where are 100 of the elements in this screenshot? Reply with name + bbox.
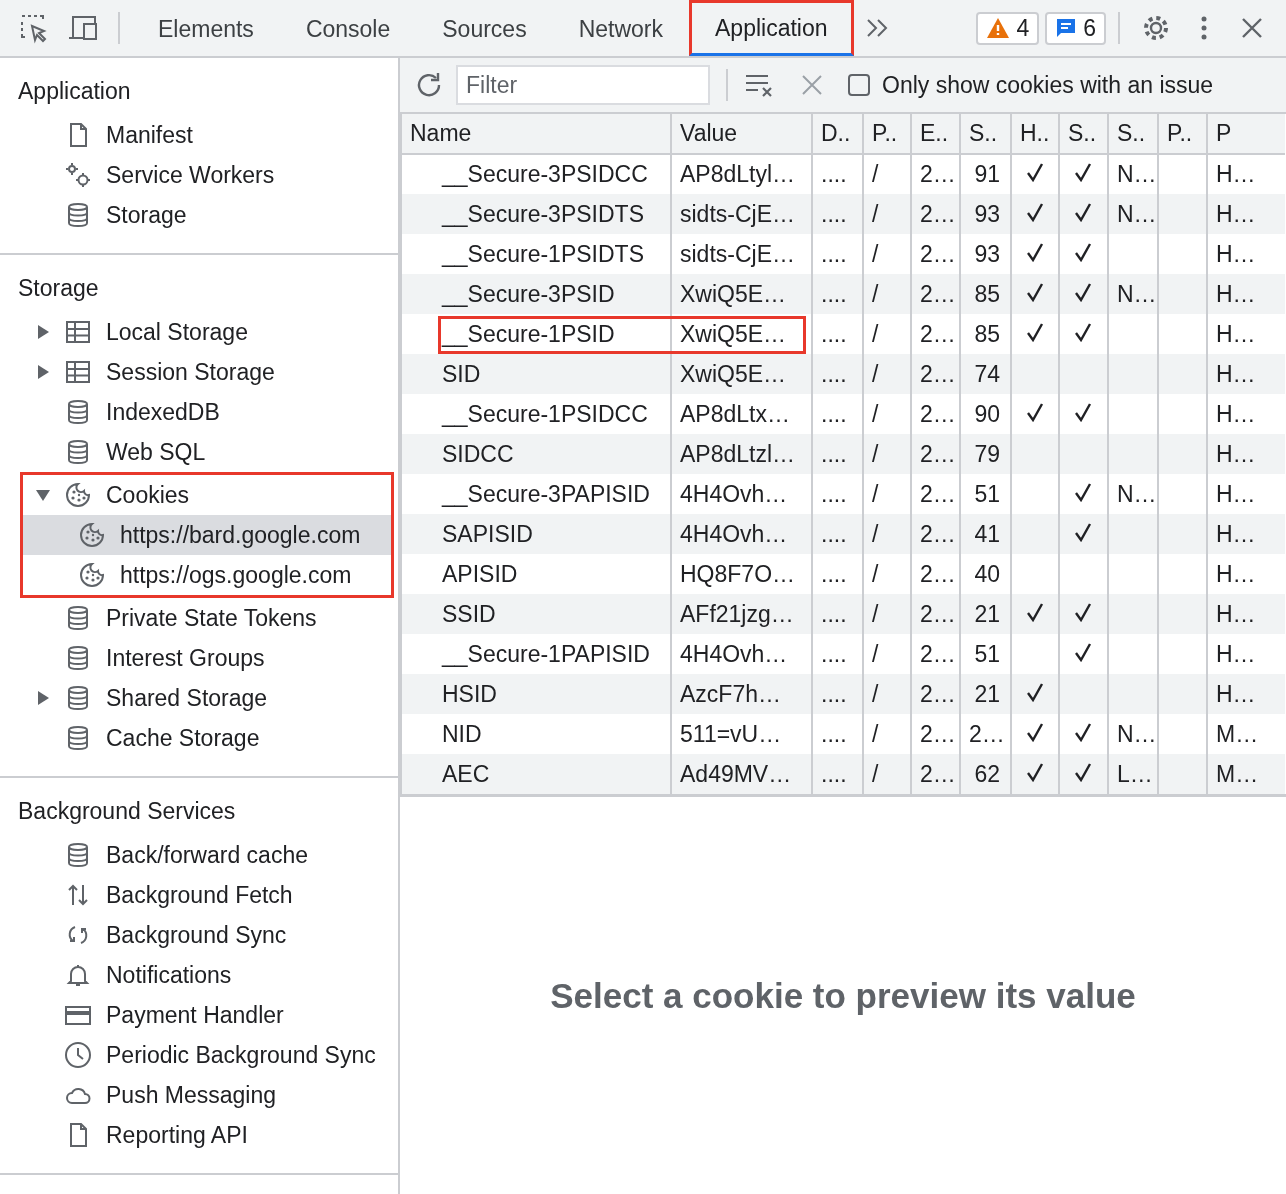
table-cell: H… (1207, 594, 1285, 634)
warnings-badge[interactable]: 4 (976, 11, 1040, 45)
table-cell: __Secure-3PSIDTS (401, 194, 671, 234)
table-cell: / (863, 674, 911, 714)
sidebar-item[interactable]: Interest Groups (0, 638, 398, 678)
table-cell: AzcF7h… (671, 674, 812, 714)
sidebar-item[interactable]: Cache Storage (0, 718, 398, 758)
table-cell: SAPISID (401, 514, 671, 554)
collapsed-arrow-icon[interactable] (36, 325, 50, 339)
column-header[interactable]: P.. (1158, 114, 1207, 154)
table-cell: .... (812, 674, 863, 714)
table-cell: HSID (401, 674, 671, 714)
sidebar-item[interactable]: Notifications (0, 955, 398, 995)
column-header[interactable]: P.. (863, 114, 911, 154)
table-cell: 85 (960, 274, 1011, 314)
sidebar-item[interactable]: Session Storage (0, 352, 398, 392)
table-cell: .... (812, 754, 863, 794)
sidebar-item[interactable]: IndexedDB (0, 392, 398, 432)
sidebar-item[interactable]: Local Storage (0, 312, 398, 352)
cookie-icon (78, 561, 106, 589)
sidebar-item[interactable]: Payment Handler (0, 995, 398, 1035)
panel-tab[interactable]: Elements (132, 0, 280, 56)
table-cell: sidts-CjE… (671, 194, 812, 234)
table-cell: __Secure-3PSID (401, 274, 671, 314)
panel-tab[interactable]: Console (279, 0, 417, 56)
table-cell: 21 (960, 594, 1011, 634)
table-cell: .... (812, 434, 863, 474)
table-cell: N… (1108, 194, 1158, 234)
table-cell: 2… (911, 514, 960, 554)
column-header[interactable]: Name (401, 114, 671, 154)
table-cell: / (863, 434, 911, 474)
column-header[interactable]: S.. (1108, 114, 1158, 154)
table-cell: / (863, 514, 911, 554)
sidebar-item[interactable]: Periodic Background Sync (0, 1035, 398, 1075)
sidebar-item[interactable]: Web SQL (0, 432, 398, 472)
table-cell: H… (1207, 354, 1285, 394)
column-header[interactable]: H.. (1011, 114, 1059, 154)
table-cell: / (863, 194, 911, 234)
panel-tab[interactable]: Application (689, 0, 854, 56)
table-cell: XwiQ5E… (671, 274, 812, 314)
sidebar-item[interactable]: Back/forward cache (0, 835, 398, 875)
table-cell: .... (812, 594, 863, 634)
table-cell: / (863, 354, 911, 394)
empty-preview-message: Select a cookie to preview its value (550, 975, 1136, 1016)
table-icon (64, 358, 92, 386)
table-cell: .... (812, 354, 863, 394)
table-cell: H… (1207, 434, 1285, 474)
panel-tab[interactable]: Sources (416, 0, 553, 56)
messages-badge[interactable]: 6 (1045, 11, 1106, 45)
table-cell: / (863, 274, 911, 314)
cookie-icon (64, 481, 92, 509)
table-cell: 74 (960, 354, 1011, 394)
checkbox-box[interactable] (848, 74, 870, 96)
collapsed-arrow-icon[interactable] (36, 691, 50, 705)
table-cell: 2… (911, 434, 960, 474)
sidebar-item[interactable]: Background Fetch (0, 875, 398, 915)
section-heading: Application (17, 77, 132, 106)
column-header[interactable]: P (1207, 114, 1285, 154)
only-issues-checkbox[interactable]: Only show cookies with an issue (848, 71, 1214, 99)
table-cell: L… (1108, 754, 1158, 794)
sidebar-item[interactable]: Push Messaging (0, 1075, 398, 1115)
table-cell: 93 (960, 194, 1011, 234)
close-icon[interactable] (1240, 16, 1264, 40)
table-cell: 62 (960, 754, 1011, 794)
sidebar-item[interactable]: Manifest (0, 115, 398, 155)
column-header[interactable]: E.. (911, 114, 960, 154)
sidebar-item[interactable]: Storage (0, 195, 398, 235)
collapsed-arrow-icon[interactable] (36, 365, 50, 379)
filter-field[interactable]: Filter (456, 65, 710, 105)
sidebar-item[interactable]: Cookies (23, 475, 391, 515)
table-icon (64, 318, 92, 346)
table-cell: AEC (401, 754, 671, 794)
table-cell: H… (1207, 274, 1285, 314)
table-cell: .... (812, 514, 863, 554)
sidebar-item[interactable]: Reporting API (0, 1115, 398, 1155)
sidebar-item[interactable]: Service Workers (0, 155, 398, 195)
clock-icon (64, 1041, 92, 1069)
table-cell: 4H4Ovh… (671, 514, 812, 554)
table-cell: XwiQ5E… (671, 354, 812, 394)
table-cell: .... (812, 274, 863, 314)
sidebar-item[interactable]: Shared Storage (0, 678, 398, 718)
panel-tab[interactable]: Network (552, 0, 689, 56)
section-heading: Storage (17, 274, 100, 303)
column-header[interactable]: D.. (812, 114, 863, 154)
expanded-arrow-icon[interactable] (36, 488, 50, 502)
sidebar-item[interactable]: https://bard.google.com (23, 515, 391, 555)
sidebar-item[interactable]: Background Sync (0, 915, 398, 955)
table-cell: H… (1207, 194, 1285, 234)
table-cell: 2… (911, 194, 960, 234)
sidebar-item[interactable]: https://ogs.google.com (23, 555, 391, 595)
table-cell: 79 (960, 434, 1011, 474)
warning-icon (986, 17, 1011, 39)
section-heading: Background Services (17, 797, 237, 826)
column-header[interactable]: S.. (1059, 114, 1108, 154)
column-header[interactable]: S.. (960, 114, 1011, 154)
column-header[interactable]: Value (671, 114, 812, 154)
sidebar-item[interactable]: Private State Tokens (0, 598, 398, 638)
table-cell: / (863, 594, 911, 634)
more-options-icon[interactable] (1200, 15, 1208, 41)
table-cell: SIDCC (401, 434, 671, 474)
